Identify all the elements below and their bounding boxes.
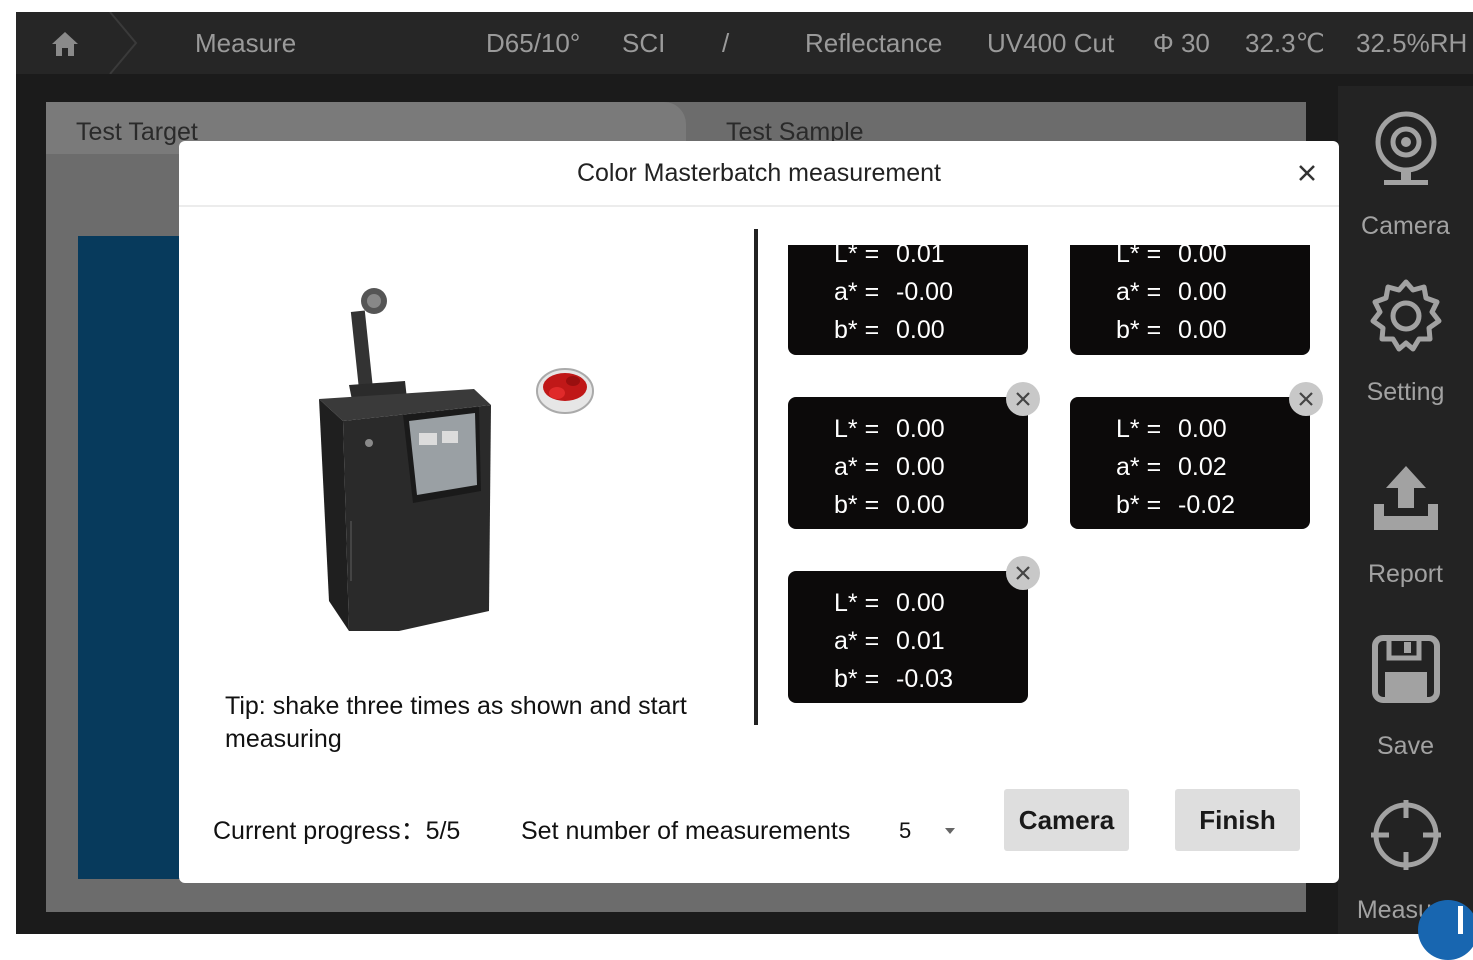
result-card: L* = 0.00 a* = 0.02 b* = -0.02 bbox=[1070, 397, 1310, 529]
close-icon bbox=[1016, 566, 1030, 580]
l-label: L* = bbox=[834, 415, 880, 443]
gear-icon bbox=[1370, 279, 1441, 352]
measurement-type-indicator: Reflectance bbox=[805, 28, 943, 58]
home-icon[interactable] bbox=[50, 29, 80, 59]
close-icon[interactable] bbox=[1292, 158, 1322, 188]
l-value: 0.00 bbox=[896, 589, 945, 617]
l-value: 0.00 bbox=[896, 415, 945, 443]
aperture-indicator: Φ 30 bbox=[1153, 28, 1210, 58]
measurement-dialog: Color Masterbatch measurement Tip: shake… bbox=[179, 141, 1339, 883]
chevron-down-icon[interactable] bbox=[943, 826, 957, 836]
temperature-indicator: 32.3℃ bbox=[1245, 28, 1325, 58]
uv-indicator: UV400 Cut bbox=[987, 28, 1115, 58]
a-label: a* = bbox=[834, 627, 880, 655]
b-value: 0.00 bbox=[896, 316, 945, 344]
badge-glyph bbox=[1458, 906, 1463, 934]
a-value: -0.00 bbox=[896, 278, 953, 306]
delete-result-button[interactable] bbox=[1289, 382, 1323, 416]
sidebar-item-label: Save bbox=[1377, 732, 1434, 760]
sidebar-item-save[interactable]: Save bbox=[1338, 634, 1473, 784]
sidebar-item-label: Report bbox=[1367, 560, 1444, 588]
delete-result-button[interactable] bbox=[1006, 556, 1040, 590]
sidebar-item-label: Camera bbox=[1361, 212, 1450, 240]
l-label: L* = bbox=[1116, 240, 1162, 268]
floating-action-badge[interactable] bbox=[1418, 900, 1473, 960]
a-label: a* = bbox=[1116, 453, 1162, 481]
a-label: a* = bbox=[1116, 278, 1162, 306]
b-label: b* = bbox=[834, 665, 880, 693]
close-icon bbox=[1299, 392, 1313, 406]
b-label: b* = bbox=[834, 491, 880, 519]
b-label: b* = bbox=[834, 316, 880, 344]
b-value: 0.00 bbox=[896, 491, 945, 519]
breadcrumb-separator-icon bbox=[109, 12, 138, 74]
upload-icon bbox=[1373, 466, 1438, 530]
a-label: a* = bbox=[834, 278, 880, 306]
measurement-count-select[interactable]: 5 bbox=[899, 813, 911, 849]
delete-result-button[interactable] bbox=[1006, 382, 1040, 416]
b-value: -0.02 bbox=[1178, 491, 1235, 519]
a-value: 0.02 bbox=[1178, 453, 1227, 481]
measurement-count-label: Set number of measurements bbox=[521, 817, 851, 845]
crosshair-icon bbox=[1370, 800, 1441, 870]
dialog-divider bbox=[179, 205, 1339, 207]
sidebar-item-report[interactable]: Report bbox=[1338, 464, 1473, 614]
l-value: 0.00 bbox=[1178, 240, 1227, 268]
b-label: b* = bbox=[1116, 316, 1162, 344]
b-value: 0.00 bbox=[1178, 316, 1227, 344]
humidity-indicator: 32.5%RH bbox=[1356, 28, 1468, 58]
separator-text: / bbox=[722, 28, 730, 58]
result-card: L* = 0.01 a* = -0.00 b* = 0.00 bbox=[788, 240, 1028, 355]
illuminant-indicator: D65/10° bbox=[486, 28, 581, 58]
l-label: L* = bbox=[834, 240, 880, 268]
sidebar: Camera Setting Report Save Measure bbox=[1338, 86, 1473, 934]
progress-text: Current progress：5/5 bbox=[213, 817, 461, 845]
save-icon bbox=[1371, 635, 1440, 703]
close-icon bbox=[1016, 392, 1030, 406]
dialog-vertical-divider bbox=[754, 229, 758, 725]
l-label: L* = bbox=[834, 589, 880, 617]
status-bar: Measure D65/10° SCI / Reflectance UV400 … bbox=[16, 12, 1473, 74]
camera-icon bbox=[1375, 111, 1436, 185]
l-label: L* = bbox=[1116, 415, 1162, 443]
sidebar-item-label: Setting bbox=[1366, 378, 1445, 406]
dialog-title: Color Masterbatch measurement bbox=[576, 159, 942, 187]
a-value: 0.00 bbox=[1178, 278, 1227, 306]
a-label: a* = bbox=[834, 453, 880, 481]
sidebar-item-setting[interactable]: Setting bbox=[1338, 276, 1473, 426]
l-value: 0.00 bbox=[1178, 415, 1227, 443]
tip-text: Tip: shake three times as shown and star… bbox=[225, 692, 687, 753]
result-card: L* = 0.00 a* = 0.00 b* = 0.00 bbox=[1070, 240, 1310, 355]
camera-button[interactable]: Camera bbox=[1004, 789, 1129, 851]
breadcrumb-measure[interactable]: Measure bbox=[195, 28, 296, 58]
b-label: b* = bbox=[1116, 491, 1162, 519]
mode-indicator: SCI bbox=[622, 28, 666, 58]
b-value: -0.03 bbox=[896, 665, 953, 693]
a-value: 0.00 bbox=[896, 453, 945, 481]
sidebar-item-camera[interactable]: Camera bbox=[1338, 108, 1473, 258]
instrument-illustration bbox=[319, 288, 594, 631]
finish-button[interactable]: Finish bbox=[1175, 789, 1300, 851]
a-value: 0.01 bbox=[896, 627, 945, 655]
l-value: 0.01 bbox=[896, 240, 945, 268]
result-card: L* = 0.00 a* = 0.00 b* = 0.00 bbox=[788, 397, 1028, 529]
result-card: L* = 0.00 a* = 0.01 b* = -0.03 bbox=[788, 571, 1028, 703]
